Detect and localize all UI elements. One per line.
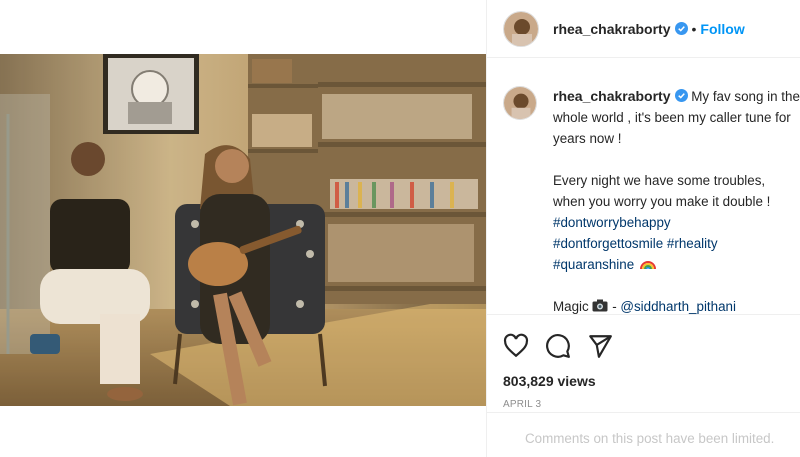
rainbow-emoji bbox=[639, 261, 656, 270]
action-icons bbox=[487, 315, 800, 361]
caption-username[interactable]: rhea_chakraborty bbox=[553, 88, 671, 104]
post-video[interactable] bbox=[0, 54, 486, 406]
header-username[interactable]: rhea_chakraborty bbox=[553, 21, 671, 37]
share-icon[interactable] bbox=[587, 333, 613, 359]
post-caption: rhea_chakraborty My fav song in the whol… bbox=[553, 86, 800, 317]
views-count[interactable]: 803,829 views bbox=[487, 361, 800, 389]
hashtag-link[interactable]: #rheality bbox=[667, 236, 718, 251]
caption-area: rhea_chakraborty My fav song in the whol… bbox=[503, 86, 800, 317]
media-pane bbox=[0, 0, 486, 457]
post-header: rhea_chakraborty • Follow bbox=[487, 0, 800, 58]
separator-dot: • bbox=[691, 20, 697, 37]
follow-button[interactable]: Follow bbox=[700, 21, 744, 37]
verified-badge-icon bbox=[674, 89, 688, 102]
heart-icon[interactable] bbox=[503, 333, 529, 359]
mention-link[interactable]: @siddharth_pithani bbox=[620, 299, 736, 314]
post-actions: 803,829 views APRIL 3 bbox=[487, 314, 800, 410]
post-side-panel: rhea_chakraborty • Follow rhea_chakrabor… bbox=[486, 0, 800, 457]
caption-text: - bbox=[608, 299, 621, 314]
hashtag-link[interactable]: #quaranshine bbox=[553, 257, 634, 272]
hashtag-link[interactable]: #dontforgettosmile bbox=[553, 236, 663, 251]
camera-emoji bbox=[592, 299, 608, 312]
caption-text: Every night we have some troubles, when … bbox=[553, 173, 771, 209]
verified-badge-icon bbox=[674, 22, 688, 35]
comments-limited-note: Comments on this post have been limited. bbox=[487, 412, 800, 446]
avatar[interactable] bbox=[503, 10, 539, 47]
post-date[interactable]: APRIL 3 bbox=[487, 389, 800, 410]
caption-text: Magic bbox=[553, 299, 589, 314]
hashtag-link[interactable]: #dontworrybehappy bbox=[553, 215, 671, 230]
comment-icon[interactable] bbox=[545, 333, 571, 359]
avatar[interactable] bbox=[503, 86, 537, 120]
